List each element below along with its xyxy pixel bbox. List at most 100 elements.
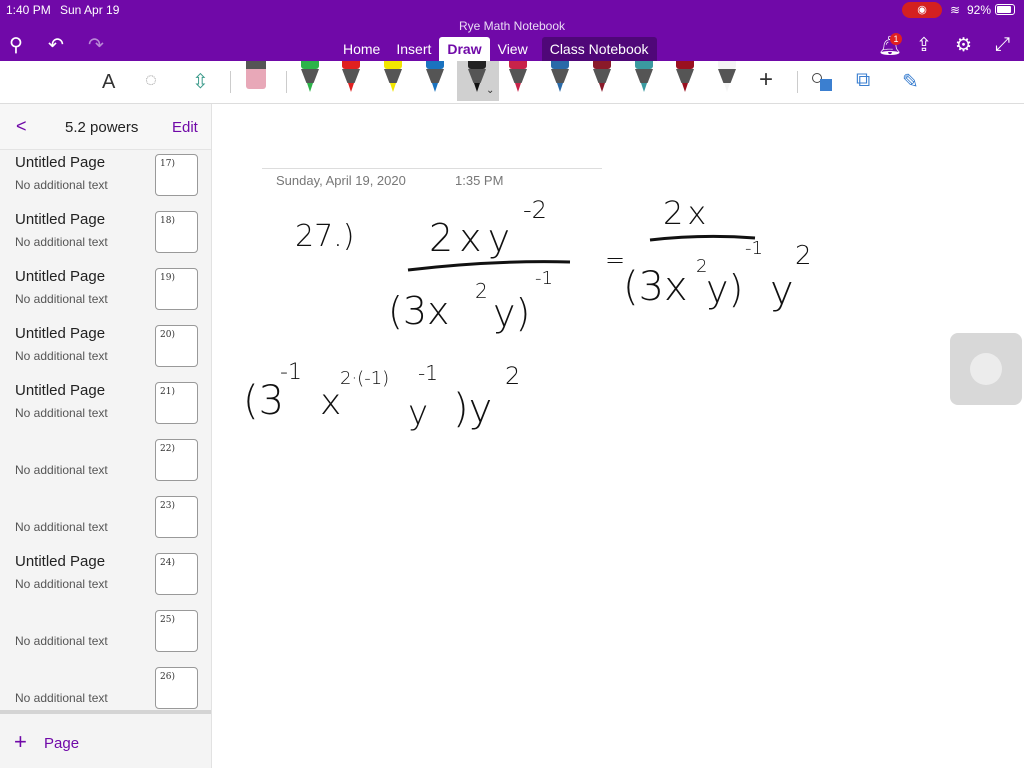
pen-tip <box>557 83 563 92</box>
battery-icon <box>995 4 1015 15</box>
page-list-item[interactable]: Untitled Page No additional text 20) <box>0 325 211 382</box>
pen-body <box>301 69 319 83</box>
pen-body <box>342 69 360 83</box>
pen-tip <box>724 83 730 92</box>
insert-space-icon[interactable]: ⇳ <box>192 69 209 94</box>
pen-6[interactable] <box>506 61 530 93</box>
pen-tip <box>641 83 647 92</box>
pen-11[interactable] <box>715 61 739 93</box>
app-header: 1:40 PM Sun Apr 19 ◉ ≋ 92% Rye Math Note… <box>0 0 1024 61</box>
pen-tip <box>599 83 605 92</box>
tab-insert[interactable]: Insert <box>388 37 439 61</box>
notebook-title: Rye Math Notebook <box>458 19 566 33</box>
pen-tip <box>307 83 313 92</box>
undo-icon[interactable]: ↶ <box>48 34 64 57</box>
handwritten-ink: 27.) 2xy -2 (3x 2 y) -1 = 2x (3x 2 y) -1… <box>243 194 812 433</box>
floating-scroll-handle[interactable] <box>950 333 1022 405</box>
page-thumbnail: 19) <box>155 268 198 310</box>
pen-4[interactable] <box>423 61 447 93</box>
page-list-item[interactable]: No additional text 23) <box>0 496 211 553</box>
page-list-item[interactable]: Untitled Page No additional text 21) <box>0 382 211 439</box>
ink-denominator: (3x <box>623 264 688 310</box>
pen-cap <box>676 61 694 69</box>
pen-tip <box>390 83 396 92</box>
add-page-button[interactable]: + Page <box>0 714 211 768</box>
divider <box>230 71 231 93</box>
search-icon[interactable]: ⚲ <box>9 34 23 57</box>
pen-cap <box>509 61 527 69</box>
add-pen-button[interactable]: + <box>759 66 773 94</box>
rotate-shape-icon[interactable]: ⧉ <box>856 69 870 92</box>
ink-exponent: -1 <box>745 238 763 259</box>
page-list-sidebar: < 5.2 powers Edit Untitled Page No additi… <box>0 104 212 768</box>
pen-9[interactable] <box>632 61 656 93</box>
pen-tip <box>515 83 521 92</box>
page-thumbnail: 26) <box>155 667 198 709</box>
ink-numerator: 2xy <box>429 216 516 260</box>
page-list-item[interactable]: Untitled Page No additional text 18) <box>0 211 211 268</box>
tab-home[interactable]: Home <box>335 37 388 61</box>
ink-to-shape-icon[interactable]: ✎ <box>902 69 919 94</box>
pen-10[interactable] <box>673 61 697 93</box>
notification-badge: 1 <box>890 33 902 45</box>
settings-gear-icon[interactable]: ⚙ <box>955 34 972 57</box>
page-list-item[interactable]: No additional text 22) <box>0 439 211 496</box>
ink-exponent: 2·(-1) <box>340 368 389 389</box>
ink-exponent: 2 <box>505 362 520 390</box>
tab-draw[interactable]: Draw <box>439 37 490 61</box>
page-title: Untitled Page <box>15 553 106 570</box>
pen-2[interactable] <box>339 61 363 93</box>
pen-8[interactable] <box>590 61 614 93</box>
pen-tip <box>348 83 354 92</box>
pen-cap <box>593 61 611 69</box>
tab-class-notebook[interactable]: Class Notebook <box>541 37 657 61</box>
redo-icon[interactable]: ↷ <box>88 34 104 57</box>
page-list-item[interactable]: Untitled Page No additional text 19) <box>0 268 211 325</box>
page-thumbnail: 17) <box>155 154 198 196</box>
tab-view[interactable]: View <box>490 37 536 61</box>
shapes-icon[interactable] <box>812 73 832 91</box>
share-icon[interactable]: ⇪ <box>916 34 932 57</box>
pen-cap <box>635 61 653 69</box>
text-mode-button[interactable]: A <box>102 71 115 94</box>
page-list-item[interactable]: Untitled Page No additional text 24) <box>0 553 211 610</box>
wifi-icon: ≋ <box>950 3 961 17</box>
edit-button[interactable]: Edit <box>172 119 198 136</box>
page-canvas[interactable]: Sunday, April 19, 2020 1:35 PM 27.) 2xy … <box>213 104 1024 768</box>
page-list-item[interactable]: Untitled Page No additional text 17) <box>0 154 211 211</box>
page-thumbnail: 25) <box>155 610 198 652</box>
ink-numerator: 2x <box>663 194 710 232</box>
ink-denominator: (3x <box>388 289 450 333</box>
page-thumbnail: 24) <box>155 553 198 595</box>
ink-exponent: -1 <box>418 361 438 385</box>
ink-denominator-y: y) <box>706 267 743 311</box>
ink-exponent: -1 <box>280 360 302 385</box>
page-subtitle: No additional text <box>15 292 108 306</box>
pen-3[interactable] <box>381 61 405 93</box>
pen-7[interactable] <box>548 61 572 93</box>
pen-body <box>718 69 736 83</box>
pen-1[interactable] <box>298 61 322 93</box>
pen-body <box>676 69 694 83</box>
fullscreen-icon[interactable]: ⤢ <box>995 34 1010 56</box>
pen-5[interactable] <box>465 61 489 93</box>
pen-tip <box>432 83 438 92</box>
page-list-item[interactable]: No additional text 25) <box>0 610 211 667</box>
pen-cap <box>301 61 319 69</box>
back-chevron-icon[interactable]: < <box>16 116 27 137</box>
section-header: < 5.2 powers Edit <box>0 104 211 150</box>
eraser-tool[interactable] <box>246 61 266 89</box>
lasso-select-icon[interactable]: ◌ <box>145 69 157 92</box>
section-title: 5.2 powers <box>65 119 139 136</box>
pen-body <box>509 69 527 83</box>
ink-exponent: 2 <box>795 241 812 271</box>
pen-cap <box>426 61 444 69</box>
pen-body <box>635 69 653 83</box>
page-subtitle: No additional text <box>15 349 108 363</box>
ink-y: y <box>770 268 794 314</box>
ink-denominator-y: y) <box>493 291 530 335</box>
ink-line2-x: x <box>320 382 341 423</box>
ink-exponent: -2 <box>523 196 547 224</box>
page-thumbnail: 21) <box>155 382 198 424</box>
screen-record-icon: ◉ <box>902 2 942 18</box>
